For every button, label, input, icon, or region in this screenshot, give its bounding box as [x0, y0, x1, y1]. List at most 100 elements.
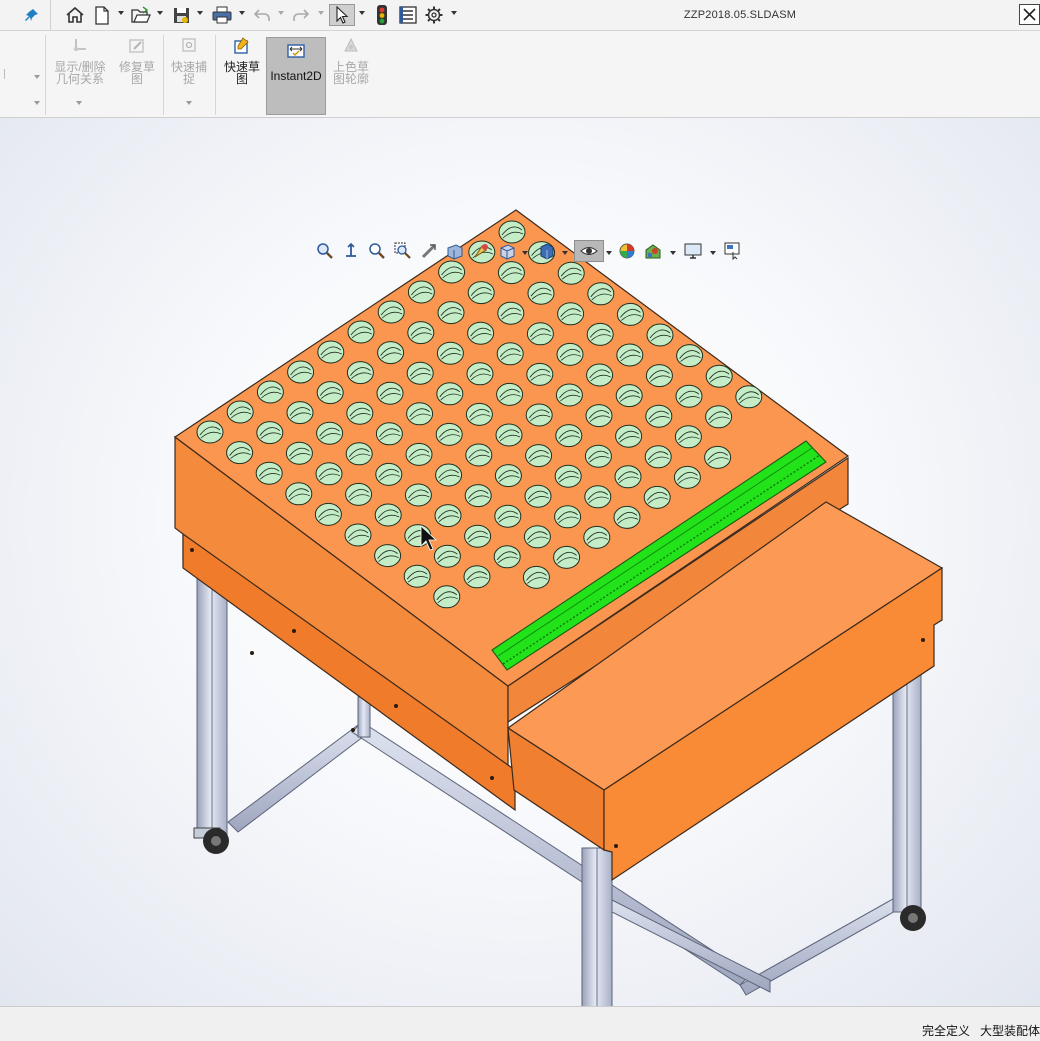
scene-icon[interactable] [642, 240, 664, 262]
slot-cup [467, 321, 495, 345]
hide-show-dropdown-icon[interactable] [606, 251, 612, 255]
slot-cup [285, 441, 313, 465]
slot-cup [196, 420, 224, 444]
slot-cup [646, 323, 674, 347]
quick-snaps-dropdown-icon[interactable] [186, 101, 192, 105]
status-definition: 完全定义 [921, 1024, 970, 1038]
view-settings-dropdown-icon[interactable] [710, 251, 716, 255]
frame-crossbar-front[interactable] [611, 899, 771, 993]
slot-cup [554, 464, 582, 488]
caster-hub [908, 913, 918, 923]
slot-cup [465, 443, 493, 467]
slot-cup [375, 422, 403, 446]
appearance-icon[interactable] [616, 240, 638, 262]
shaded-sketch-contours-button[interactable]: 上色草 图轮廓 [328, 37, 374, 85]
slot-cup [616, 302, 644, 326]
caster-hub [211, 836, 221, 846]
slot-cup [526, 322, 554, 346]
slot-cup [346, 361, 374, 385]
display-delete-relations-button[interactable]: 显示/删除 几何关系 [49, 37, 111, 85]
quick-snaps-button[interactable]: 快速捕 捉 [166, 37, 212, 85]
slot-cup [555, 383, 583, 407]
dynamic-annotation-icon[interactable] [470, 240, 492, 262]
section-view-icon[interactable] [444, 240, 466, 262]
view-orientation-icon[interactable] [496, 240, 518, 262]
display-style-icon[interactable] [536, 240, 558, 262]
slot-cup [434, 504, 462, 528]
slot-cup [497, 301, 525, 325]
caster-wheels[interactable] [193, 827, 926, 931]
slot-cup [524, 484, 552, 508]
slot-cup [704, 445, 732, 469]
command-manager-ribbon: 显示/删除 几何关系 修复草 图 快速捕 捉 快速草 图 Instant2D 上… [0, 31, 1040, 118]
instant2d-button[interactable]: Instant2D [266, 37, 326, 115]
document-title: ZZP2018.05.SLDASM [683, 9, 797, 21]
solidworks-window: ZZP2018.05.SLDASM 显示/删除 几何关系 修复草 图 快速捕 捉 [0, 0, 1040, 1041]
rapid-sketch-button[interactable]: 快速草 图 [219, 37, 265, 85]
relations-icon [73, 39, 86, 52]
collapsed-group-dropdown-icon[interactable] [34, 75, 40, 79]
zoom-icon[interactable] [366, 240, 388, 262]
slot-cup [256, 380, 284, 404]
screen-capture-icon[interactable] [722, 240, 744, 262]
view-orientation-dropdown-icon[interactable] [522, 251, 528, 255]
screw [921, 638, 925, 642]
slot-cup [347, 320, 375, 344]
relations-dropdown-icon[interactable] [76, 101, 82, 105]
slot-cup [587, 282, 615, 306]
window-control-button[interactable] [1019, 4, 1040, 25]
zoom-selection-icon[interactable] [392, 240, 414, 262]
slot-cup [403, 564, 431, 588]
slot-cup [433, 544, 461, 568]
slot-cup [436, 341, 464, 365]
slot-cup [465, 402, 493, 426]
monitor-icon[interactable] [682, 240, 704, 262]
slot-cup [226, 441, 254, 465]
graphics-area[interactable] [0, 118, 1040, 1006]
slot-cup [645, 364, 673, 388]
slot-cup [406, 402, 434, 426]
ribbon-separator [215, 35, 216, 115]
slot-cup [494, 464, 522, 488]
slot-cup [438, 260, 466, 284]
zoom-area-icon[interactable] [340, 240, 362, 262]
quick-snaps-icon [182, 38, 196, 52]
repair-sketch-button[interactable]: 修复草 图 [114, 37, 160, 85]
scene-dropdown-icon[interactable] [670, 251, 676, 255]
slot-cup [316, 421, 344, 445]
repair-sketch-label: 修复草 图 [118, 60, 155, 86]
heads-up-view-toolbar [312, 238, 752, 264]
status-mode: 大型装配体 [979, 1024, 1040, 1038]
shaded-sketch-contours-label: 上色草 图轮廓 [332, 60, 369, 86]
slot-cup [614, 465, 642, 489]
display-style-dropdown-icon[interactable] [562, 251, 568, 255]
slot-cup [555, 424, 583, 448]
slot-cup [527, 281, 555, 305]
slot-cup [467, 281, 495, 305]
frame-crossbar-left[interactable] [227, 721, 373, 833]
slot-cup [616, 343, 644, 367]
slot-cup [676, 344, 704, 368]
slot-cup [377, 300, 405, 324]
previous-view-icon[interactable] [418, 240, 440, 262]
slot-cup [522, 565, 550, 589]
eye-icon[interactable] [574, 240, 604, 262]
slot-cup [464, 524, 492, 548]
slot-cup [496, 382, 524, 406]
slot-cup [404, 483, 432, 507]
slot-cup [286, 401, 314, 425]
collapsed-group-dropdown-icon[interactable] [34, 101, 40, 105]
slot-cup [494, 504, 522, 528]
slot-cup [466, 362, 494, 386]
slot-cup [346, 401, 374, 425]
zoom-to-fit-icon[interactable] [314, 240, 336, 262]
instant2d-label: Instant2D [270, 69, 322, 83]
slot-cup [287, 360, 315, 384]
slot-cup [643, 485, 671, 509]
slot-cup [674, 425, 702, 449]
slot-cup [377, 341, 405, 365]
rapid-sketch-label: 快速草 图 [223, 60, 260, 86]
slot-cup [556, 342, 584, 366]
slot-cup [255, 461, 283, 485]
slot-cup [463, 565, 491, 589]
